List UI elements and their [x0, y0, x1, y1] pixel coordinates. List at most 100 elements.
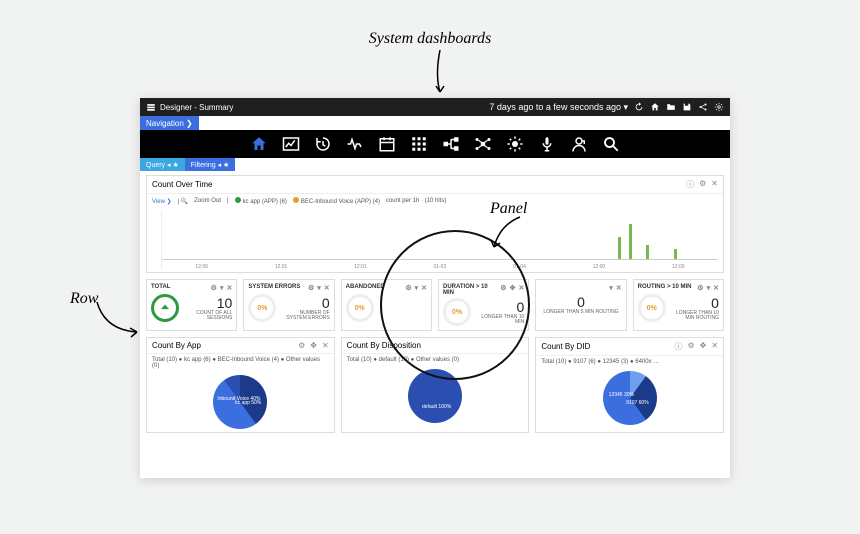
toolbar-calendar-icon[interactable]: [378, 135, 396, 153]
x-tick: 12:01: [354, 264, 367, 270]
pie-chart[interactable]: 12345 30% 9107 60%: [603, 371, 657, 425]
toolbar-flow-icon[interactable]: [442, 135, 460, 153]
stat-ring: 0%: [443, 298, 471, 326]
toolbar-mic-icon[interactable]: [538, 135, 556, 153]
stat-value: 10: [183, 295, 232, 311]
save-icon[interactable]: [682, 102, 692, 112]
stat-value: 0: [540, 294, 621, 310]
stat-ring: 0%: [346, 294, 374, 322]
app-icon: [146, 102, 156, 112]
pie-slice-label: kc app 50%: [235, 401, 261, 406]
toolbar-sun-icon[interactable]: [506, 135, 524, 153]
x-tick: 12:00: [195, 264, 208, 270]
stat-duration-10min: DURATION > 10 MIN⚙✥✕ 0% 0LONGER THAN 10 …: [438, 279, 529, 331]
pie-legend: Total (10) ● default (10) ● Other values…: [342, 354, 529, 366]
stat-abandoned: ABANDONED⚙▾✕ 0%: [341, 279, 432, 331]
panel-title: Count By Disposition: [347, 341, 421, 350]
pie-slice-label: default 100%: [422, 405, 451, 410]
panel-title: Count By App: [152, 341, 201, 350]
toolbar-search-icon[interactable]: [602, 135, 620, 153]
annotation-row: Row: [70, 290, 98, 308]
toolbar-home-icon[interactable]: [250, 135, 268, 153]
panel-count-by-disposition: Count By Disposition Total (10) ● defaul…: [341, 337, 530, 433]
gear-icon[interactable]: ⚙: [308, 284, 314, 292]
panel-count-by-app: Count By App ⚙ ✥ ✕ Total (10) ● kc app (6) …: [146, 337, 335, 433]
legend-item: BEC-Inbound Voice (APP) (4): [301, 199, 380, 205]
toolbar-chart-icon[interactable]: [282, 135, 300, 153]
stat-value: 0: [280, 295, 329, 311]
pie-slice-label: 9107 60%: [626, 401, 649, 406]
stat-ring: 0%: [638, 294, 666, 322]
annotation-system-dashboards: System dashboards: [369, 30, 492, 48]
move-icon[interactable]: ✥: [700, 341, 707, 352]
zoom-out-link[interactable]: Zoom Out: [194, 198, 221, 204]
gear-icon[interactable]: ⚙: [687, 341, 694, 352]
navigation-button[interactable]: Navigation ❯: [140, 116, 199, 130]
stat-value: 0: [670, 295, 719, 311]
pie-chart[interactable]: default 100%: [408, 369, 462, 423]
close-icon[interactable]: ✕: [421, 284, 427, 292]
toolbar-network-icon[interactable]: [474, 135, 492, 153]
panel-count-over-time: Count Over Time ⓘ ⚙ ✕ View ❯ | 🔍 Zoom Ou…: [146, 175, 724, 273]
toolbar-history-icon[interactable]: [314, 135, 332, 153]
gear-icon[interactable]: ⚙: [211, 284, 217, 292]
stat-ring: 0%: [248, 294, 276, 322]
query-tab[interactable]: Query ◂ ★: [140, 158, 185, 171]
stat-label: NUMBER OF SYSTEM ERRORS: [280, 311, 329, 322]
toolbar-pulse-icon[interactable]: [346, 135, 364, 153]
gear-icon[interactable]: ⚙: [699, 179, 706, 190]
pies-row: Count By App ⚙ ✥ ✕ Total (10) ● kc app (6) …: [146, 337, 724, 433]
pie-legend: Total (10) ● 9107 (6) ● 12345 (3) ● 6400…: [536, 356, 723, 368]
stat-label: COUNT OF ALL SESSIONS: [183, 311, 232, 322]
stat-label: LONGER THAN 10 MIN: [475, 315, 524, 326]
toolbar-grid-icon[interactable]: [410, 135, 428, 153]
info-icon[interactable]: ⓘ: [674, 341, 682, 352]
arrow-to-iconstrip: [425, 50, 455, 100]
count-over-time-chart[interactable]: 12:00 12:01 12:01 01-03 01-04 12:00 12:0…: [161, 210, 718, 270]
title-bar: Designer - Summary 7 days ago to a few s…: [140, 98, 730, 116]
arrow-to-row: [95, 300, 145, 340]
share-icon[interactable]: [698, 102, 708, 112]
move-icon[interactable]: ✥: [510, 284, 516, 296]
view-link[interactable]: View ❯: [152, 198, 172, 205]
close-icon[interactable]: ✕: [324, 284, 330, 292]
panel-count-by-did: Count By DID ⓘ ⚙ ✥ ✕ Total (10) ● 9107 (6) ●…: [535, 337, 724, 433]
stat-label: LONGER THAN 10 MIN ROUTING: [670, 311, 719, 322]
close-icon[interactable]: ✕: [322, 341, 329, 350]
close-icon[interactable]: ✕: [711, 179, 718, 190]
close-icon[interactable]: ✕: [616, 284, 622, 292]
x-tick: 01-03: [433, 264, 446, 270]
subtabs-bar: Query ◂ ★ Filtering ◂ ★: [140, 158, 730, 171]
gear-icon[interactable]: ⚙: [500, 284, 506, 296]
close-icon[interactable]: ✕: [711, 341, 718, 352]
pie-legend: Total (10) ● kc app (6) ● BEC-Inbound Vo…: [147, 354, 334, 372]
x-tick: 01-04: [513, 264, 526, 270]
pie-slice-label: 12345 30%: [609, 393, 634, 398]
info-icon[interactable]: ⓘ: [686, 179, 694, 190]
stat-routing-5min: ▾✕ 0LONGER THAN 5 MIN ROUTING: [535, 279, 626, 331]
gear-icon[interactable]: ⚙: [697, 284, 703, 292]
folder-icon[interactable]: [666, 102, 676, 112]
home-icon[interactable]: [650, 102, 660, 112]
stat-system-errors: SYSTEM ERRORS⚙▾✕ 0% 0NUMBER OF SYSTEM ER…: [243, 279, 334, 331]
x-tick: 12:00: [672, 264, 685, 270]
legend-item: kc app (APP) (6): [243, 199, 287, 205]
close-icon[interactable]: ✕: [518, 284, 524, 296]
gear-icon[interactable]: ⚙: [298, 341, 305, 350]
filter-tab[interactable]: Filtering ◂ ★: [185, 158, 236, 171]
refresh-icon[interactable]: [634, 102, 644, 112]
gear-icon[interactable]: ⚙: [405, 284, 411, 292]
move-icon[interactable]: ✥: [310, 341, 317, 350]
stats-row: TOTAL⚙▾✕ 10COUNT OF ALL SESSIONS SYSTEM …: [146, 279, 724, 331]
gear-icon[interactable]: [714, 102, 724, 112]
x-tick: 12:00: [593, 264, 606, 270]
stat-total: TOTAL⚙▾✕ 10COUNT OF ALL SESSIONS: [146, 279, 237, 331]
close-icon[interactable]: ✕: [226, 284, 232, 292]
stat-ring: [151, 294, 179, 322]
stat-value: 0: [475, 299, 524, 315]
pie-chart[interactable]: Inbound Voice 40% kc app 50%: [213, 375, 267, 429]
panel-title: Count By DID: [541, 342, 590, 351]
close-icon[interactable]: ✕: [713, 284, 719, 292]
time-range-picker[interactable]: 7 days ago to a few seconds ago ▾: [489, 102, 628, 113]
toolbar-agent-icon[interactable]: [570, 135, 588, 153]
